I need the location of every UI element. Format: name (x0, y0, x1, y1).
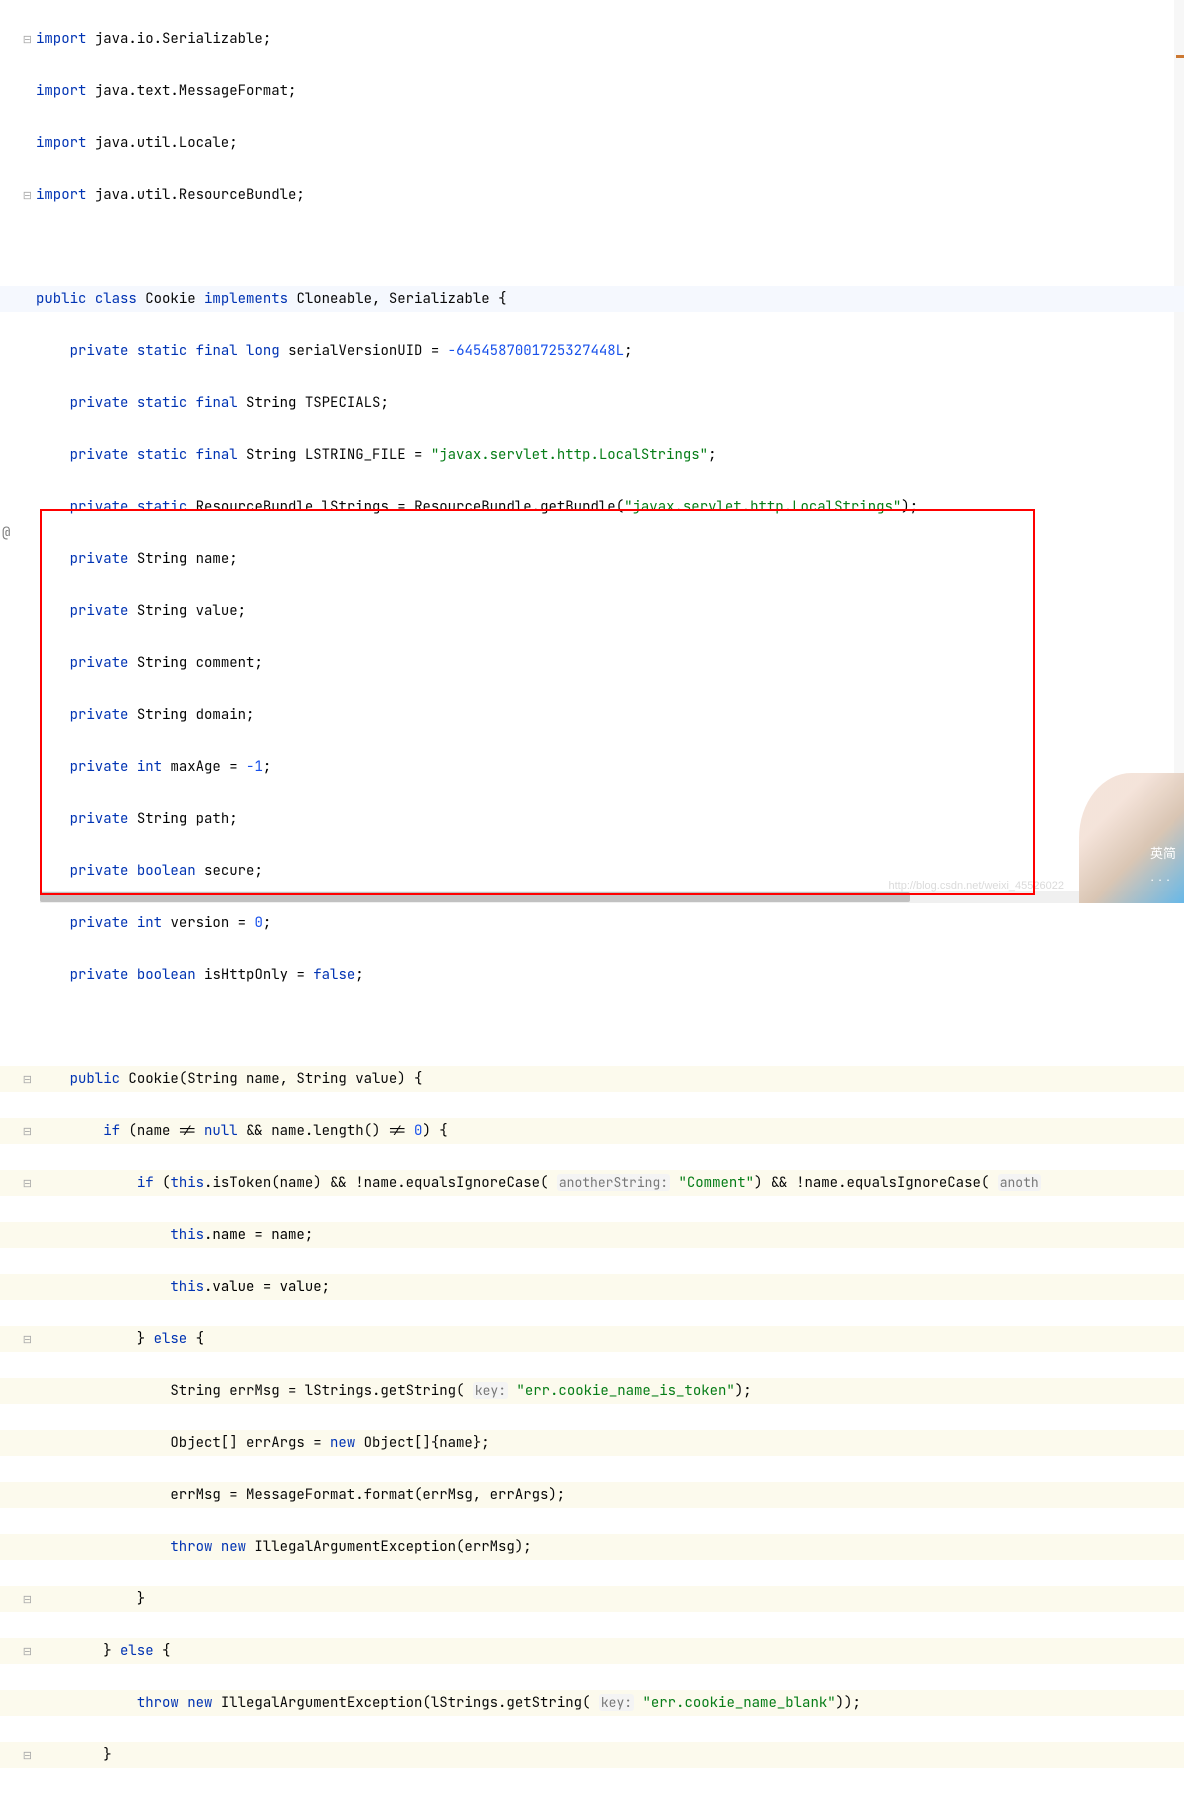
assistant-avatar-overlay[interactable] (1079, 773, 1184, 903)
scrollbar-thumb[interactable] (40, 892, 910, 902)
code-editor[interactable]: ⊟import java.io.Serializable; import jav… (0, 0, 1184, 903)
ctor-sig: Cookie(String name, String value) (128, 1070, 405, 1088)
watermark-text: http://blog.csdn.net/weixi_45526022 (888, 873, 1064, 899)
gutter-override-icon[interactable]: @ (2, 520, 10, 546)
class-name: Cookie (145, 290, 195, 308)
kw-import: import (36, 30, 86, 48)
param-hint: anotherString: (557, 1174, 670, 1191)
import-0: java.io.Serializable (95, 30, 263, 48)
